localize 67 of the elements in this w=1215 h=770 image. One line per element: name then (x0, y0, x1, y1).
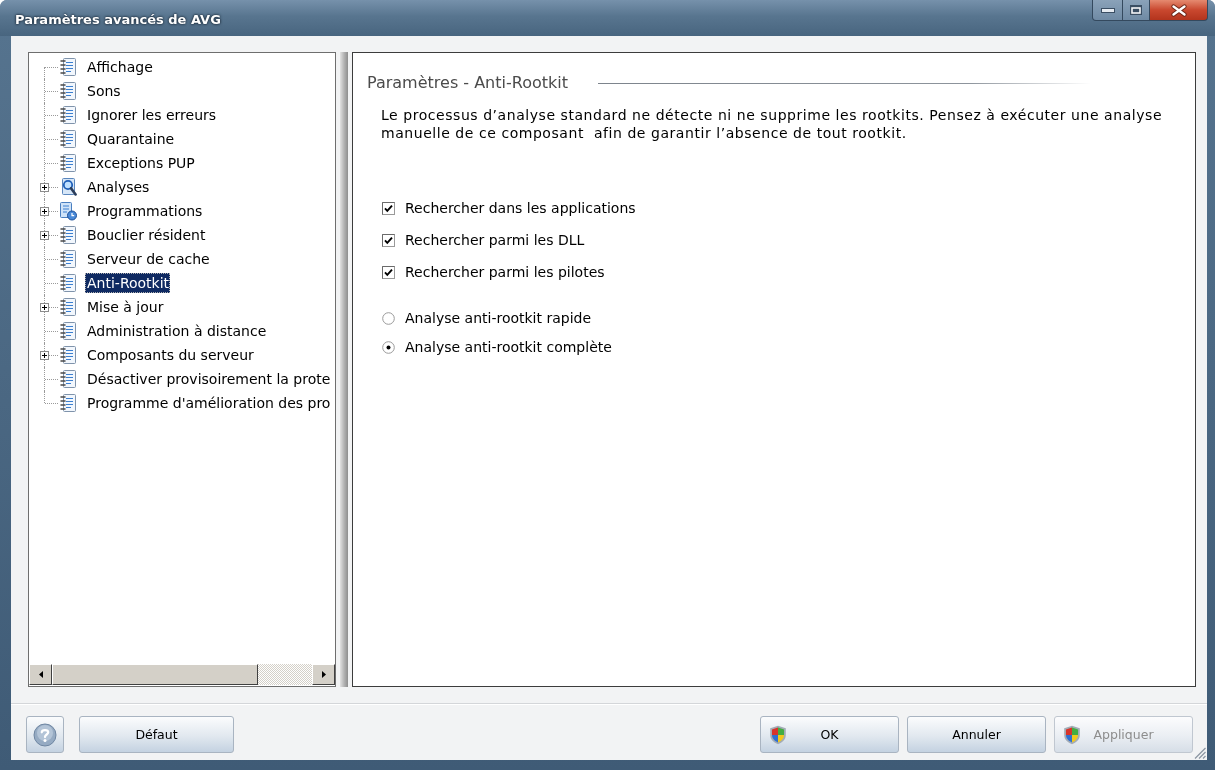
notebook-icon (59, 105, 77, 125)
maximize-button[interactable] (1123, 0, 1150, 21)
plus-box-icon[interactable] (40, 183, 49, 192)
splitter-handle[interactable] (340, 52, 348, 687)
tree-item[interactable]: Anti-Rootkit (85, 273, 171, 293)
checkbox[interactable] (382, 201, 395, 215)
plus-box-icon[interactable] (40, 231, 49, 240)
tree-item[interactable]: Désactiver provisoirement la prote (85, 369, 332, 389)
close-button[interactable] (1150, 0, 1208, 21)
minimize-icon (1100, 7, 1115, 13)
notebook-icon (59, 393, 77, 413)
help-button[interactable] (26, 716, 64, 753)
tree-item[interactable]: Ignorer les erreurs (85, 105, 218, 125)
tree-item[interactable]: Composants du serveur (85, 345, 255, 365)
maximize-icon (1130, 5, 1142, 15)
dialog-button[interactable]: Annuler (907, 716, 1046, 753)
notebook-icon (59, 153, 77, 173)
right-triangle-icon (321, 671, 326, 678)
scroll-right-button[interactable] (312, 664, 335, 685)
tree-item[interactable]: Programmations (85, 201, 204, 221)
notebook-icon (59, 129, 77, 149)
checkbox-label: Rechercher dans les applications (405, 199, 636, 217)
tree-item[interactable]: Serveur de cache (85, 249, 211, 269)
notebook-icon (59, 273, 77, 293)
scroll-left-button[interactable] (29, 664, 52, 685)
left-triangle-icon (38, 671, 43, 678)
plus-box-icon[interactable] (40, 351, 49, 360)
minimize-button[interactable] (1092, 0, 1123, 21)
checkbox[interactable] (382, 233, 395, 247)
tree-item[interactable]: Exceptions PUP (85, 153, 196, 173)
radio-label: Analyse anti-rootkit complète (405, 338, 612, 356)
plus-box-icon[interactable] (40, 303, 49, 312)
tree-item[interactable]: Quarantaine (85, 129, 176, 149)
description-text: Le processus d’analyse standard ne détecte ni ne supprime les rootkits. Pensez à exécuter une analyse manuelle de ce composant afin de garantir l’absence de tout rootkit. (381, 106, 1164, 142)
plus-box-icon[interactable] (40, 207, 49, 216)
tree-item[interactable]: Mise à jour (85, 297, 165, 317)
dialog-button[interactable]: OK (760, 716, 899, 753)
dialog-button[interactable]: Défaut (79, 716, 234, 753)
notebook-icon (59, 345, 77, 365)
notebook-icon (59, 57, 77, 77)
close-icon (1170, 3, 1187, 17)
magnifier-icon (59, 177, 77, 197)
resize-grip-icon[interactable] (1194, 747, 1206, 759)
notebook-icon (59, 297, 77, 317)
tree-item[interactable]: Analyses (85, 177, 151, 197)
section-heading: Paramètres - Anti-Rootkit (367, 73, 568, 93)
radio-button[interactable] (382, 340, 395, 354)
window-title: Paramètres avancés de AVG (15, 12, 221, 28)
scrollbar-thumb[interactable] (52, 664, 258, 685)
notebook-icon (59, 321, 77, 341)
tree-item[interactable]: Administration à distance (85, 321, 268, 341)
checkbox-label: Rechercher parmi les DLL (405, 231, 585, 249)
radio-button[interactable] (382, 311, 395, 325)
tree-item[interactable]: Affichage (85, 57, 154, 77)
tree-item[interactable]: Programme d'amélioration des pro (85, 393, 332, 413)
notebook-icon (59, 369, 77, 389)
radio-label: Analyse anti-rootkit rapide (405, 309, 592, 327)
checkbox[interactable] (382, 265, 395, 279)
document-clock-icon (59, 201, 77, 221)
notebook-icon (59, 81, 77, 101)
help-icon (33, 722, 57, 747)
tree-item[interactable]: Bouclier résident (85, 225, 207, 245)
horizontal-scrollbar[interactable] (29, 664, 335, 685)
checkbox-label: Rechercher parmi les pilotes (405, 263, 605, 281)
tree-item[interactable]: Sons (85, 81, 122, 101)
notebook-icon (59, 225, 77, 245)
notebook-icon (59, 249, 77, 269)
